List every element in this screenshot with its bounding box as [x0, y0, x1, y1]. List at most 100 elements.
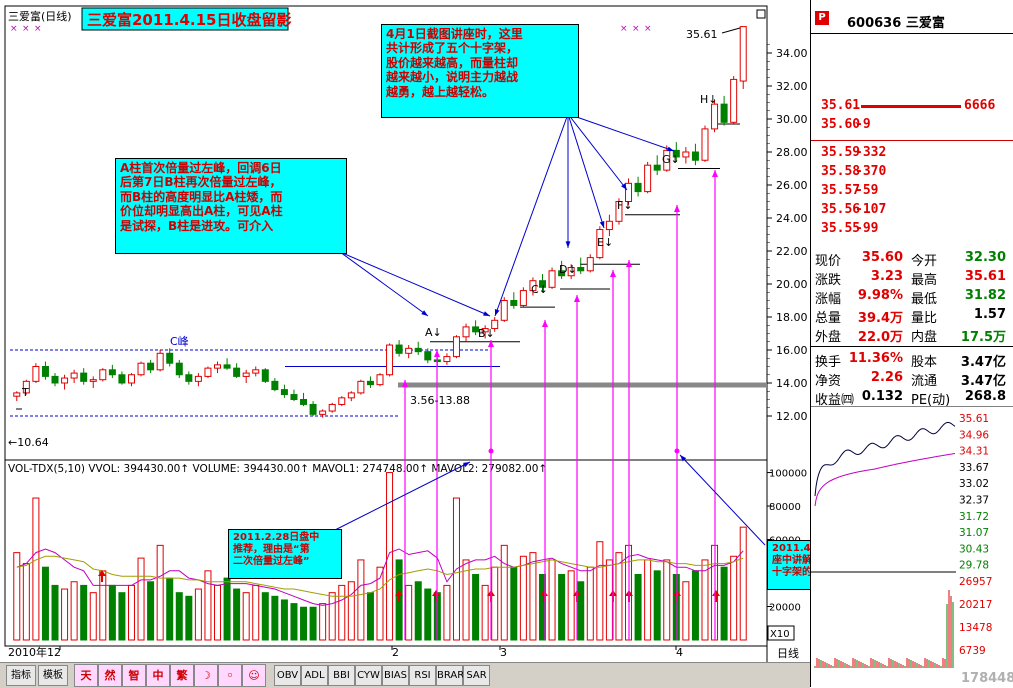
tab-sar[interactable]: SAR: [463, 665, 490, 686]
intraday-chart[interactable]: 35.61 34.96 34.31 33.67 33.02 32.37 31.72 31.07…: [811, 406, 1013, 686]
candle[interactable]: [175, 359, 183, 379]
candle[interactable]: [233, 363, 241, 379]
candle[interactable]: [386, 343, 394, 377]
volume-bar[interactable]: [739, 526, 747, 641]
candle[interactable]: [280, 384, 288, 398]
volume-bar[interactable]: [357, 559, 365, 641]
candle[interactable]: [701, 125, 709, 162]
tab-bias[interactable]: BIAS: [382, 665, 409, 686]
candle[interactable]: [252, 366, 260, 377]
volume-bar[interactable]: [605, 559, 613, 641]
volume-bar[interactable]: [347, 581, 355, 641]
volume-bar[interactable]: [682, 581, 690, 641]
volume-bar[interactable]: [51, 584, 59, 641]
candle[interactable]: [214, 361, 222, 374]
volume-bar[interactable]: [271, 595, 279, 641]
volume-bar[interactable]: [108, 584, 116, 641]
volume-bar[interactable]: [386, 472, 394, 641]
volume-bar[interactable]: [338, 584, 346, 641]
volume-bar[interactable]: [89, 592, 97, 641]
candle[interactable]: [376, 373, 384, 387]
candle[interactable]: [223, 358, 231, 370]
volume-bar[interactable]: [730, 555, 738, 641]
volume-bar[interactable]: [290, 603, 298, 641]
candle[interactable]: [653, 155, 661, 176]
volume-bar[interactable]: [701, 559, 709, 641]
volume-bar[interactable]: [280, 599, 288, 641]
tab-adl[interactable]: ADL: [301, 665, 328, 686]
volume-bar[interactable]: [366, 592, 374, 641]
volume-bar[interactable]: [405, 584, 413, 641]
candle[interactable]: [395, 340, 403, 357]
tab-indicator[interactable]: 指标: [6, 665, 36, 686]
candle[interactable]: [41, 361, 49, 380]
tab-bbi[interactable]: BBI: [328, 665, 355, 686]
toolbar-icon[interactable]: 繁: [170, 664, 194, 687]
candle[interactable]: [730, 76, 738, 124]
volume-bar[interactable]: [328, 592, 336, 641]
candle[interactable]: [414, 341, 422, 355]
candle[interactable]: [720, 95, 728, 126]
ask-row[interactable]: 35.61: [821, 98, 860, 113]
volume-bar[interactable]: [137, 557, 145, 641]
volume-bar[interactable]: [644, 559, 652, 641]
candle[interactable]: [242, 369, 250, 383]
candle[interactable]: [89, 376, 97, 388]
candle[interactable]: [185, 371, 193, 385]
candle[interactable]: [691, 143, 699, 166]
volume-bar[interactable]: [577, 581, 585, 641]
volume-bar[interactable]: [147, 581, 155, 641]
volume-bar[interactable]: [691, 570, 699, 641]
toolbar-icon[interactable]: ☽: [194, 664, 218, 687]
volume-bar[interactable]: [672, 573, 680, 641]
volume-bar[interactable]: [481, 584, 489, 641]
candle[interactable]: [290, 389, 298, 402]
volume-bar[interactable]: [596, 541, 604, 641]
volume-bar[interactable]: [548, 559, 556, 641]
tab-template[interactable]: 模板: [38, 665, 68, 686]
volume-bar[interactable]: [32, 497, 40, 641]
volume-bar[interactable]: [663, 559, 671, 641]
volume-bar[interactable]: [424, 588, 432, 641]
volume-bar[interactable]: [500, 544, 508, 641]
candle[interactable]: [443, 353, 451, 365]
candle[interactable]: [32, 363, 40, 383]
toolbar-icon[interactable]: ◦: [218, 664, 242, 687]
volume-bar[interactable]: [233, 588, 241, 641]
volume-bar[interactable]: [615, 552, 623, 641]
volume-bar[interactable]: [185, 595, 193, 641]
candle[interactable]: [347, 391, 355, 402]
tab-rsi[interactable]: RSI: [409, 665, 436, 686]
candle[interactable]: [424, 348, 432, 364]
candle[interactable]: [166, 348, 174, 367]
candle[interactable]: [739, 26, 747, 89]
candle[interactable]: [51, 373, 59, 387]
toolbar-icon[interactable]: 天: [74, 664, 98, 687]
candle[interactable]: [118, 371, 126, 385]
tab-brar[interactable]: BRAR: [436, 665, 464, 686]
volume-bar[interactable]: [252, 584, 260, 641]
candle[interactable]: [204, 366, 212, 379]
volume-bar[interactable]: [175, 592, 183, 641]
volume-bar[interactable]: [529, 552, 537, 641]
volume-bar[interactable]: [61, 588, 69, 641]
candle[interactable]: [70, 369, 78, 383]
candle[interactable]: [586, 254, 594, 273]
volume-bar[interactable]: [720, 566, 728, 641]
volume-bar[interactable]: [127, 584, 135, 641]
candle[interactable]: [519, 287, 527, 308]
candle[interactable]: [261, 368, 269, 383]
toolbar-icon[interactable]: 中: [146, 664, 170, 687]
volume-bar[interactable]: [510, 566, 518, 641]
volume-bar[interactable]: [13, 552, 21, 641]
candle[interactable]: [194, 373, 202, 387]
toolbar-icon[interactable]: ☺: [242, 664, 266, 687]
volume-bar[interactable]: [118, 592, 126, 641]
volume-bar[interactable]: [156, 544, 164, 641]
candle[interactable]: [300, 392, 308, 407]
volume-bar[interactable]: [261, 592, 269, 641]
volume-bar[interactable]: [319, 603, 327, 641]
volume-bar[interactable]: [22, 563, 30, 641]
candle[interactable]: [500, 297, 508, 322]
volume-bar[interactable]: [70, 581, 78, 641]
